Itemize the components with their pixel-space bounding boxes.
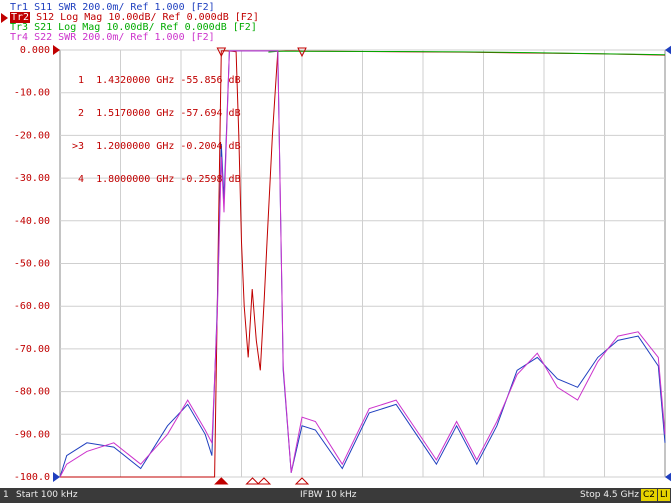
y-tick-label: 0.000 [20, 45, 50, 56]
marker-row: 1 1.4320000 GHz -55.856 dB [66, 75, 241, 86]
bottom-right-arrow-icon [665, 472, 671, 482]
marker-row: >3 1.2000000 GHz -0.2004 dB [66, 141, 241, 152]
ref-level-right-icon [665, 45, 671, 55]
ifbw-value[interactable]: IFBW 10 kHz [300, 490, 356, 500]
y-tick-label: -20.00 [14, 130, 50, 141]
ref-level-left-icon [53, 45, 60, 55]
marker-position-icon [256, 477, 272, 485]
y-tick-label: -40.00 [14, 216, 50, 227]
y-tick-label: -90.00 [14, 429, 50, 440]
marker-position-icon [294, 477, 310, 485]
status-bar: 1 Start 100 kHz IFBW 10 kHz Stop 4.5 GHz… [0, 488, 671, 503]
marker-position-icon [214, 477, 229, 485]
stop-frequency[interactable]: Stop 4.5 GHz [580, 490, 639, 500]
y-tick-label: -100.0 [14, 472, 50, 483]
y-tick-label: -60.00 [14, 301, 50, 312]
start-frequency[interactable]: Start 100 kHz [16, 490, 78, 500]
marker-table: 1 1.4320000 GHz -55.856 dB 2 1.5170000 G… [66, 53, 241, 207]
y-tick-label: -30.00 [14, 173, 50, 184]
bottom-left-arrow-icon [53, 472, 60, 482]
calibration-badge: C2 [641, 489, 658, 501]
marker-position-icon [245, 477, 260, 485]
y-tick-label: -80.00 [14, 387, 50, 398]
marker-row: 2 1.5170000 GHz -57.694 dB [66, 108, 241, 119]
marker-row: 4 1.8000000 GHz -0.2598 dB [66, 174, 241, 185]
li-badge: LI [658, 489, 670, 501]
vna-screen: Tr1 S11 SWR 200.0m/ Ref 1.000 [F2] Tr2 S… [0, 0, 671, 503]
y-tick-label: -50.00 [14, 259, 50, 270]
y-tick-label: -70.00 [14, 344, 50, 355]
y-tick-label: -10.00 [14, 88, 50, 99]
channel-number[interactable]: 1 [3, 490, 9, 500]
